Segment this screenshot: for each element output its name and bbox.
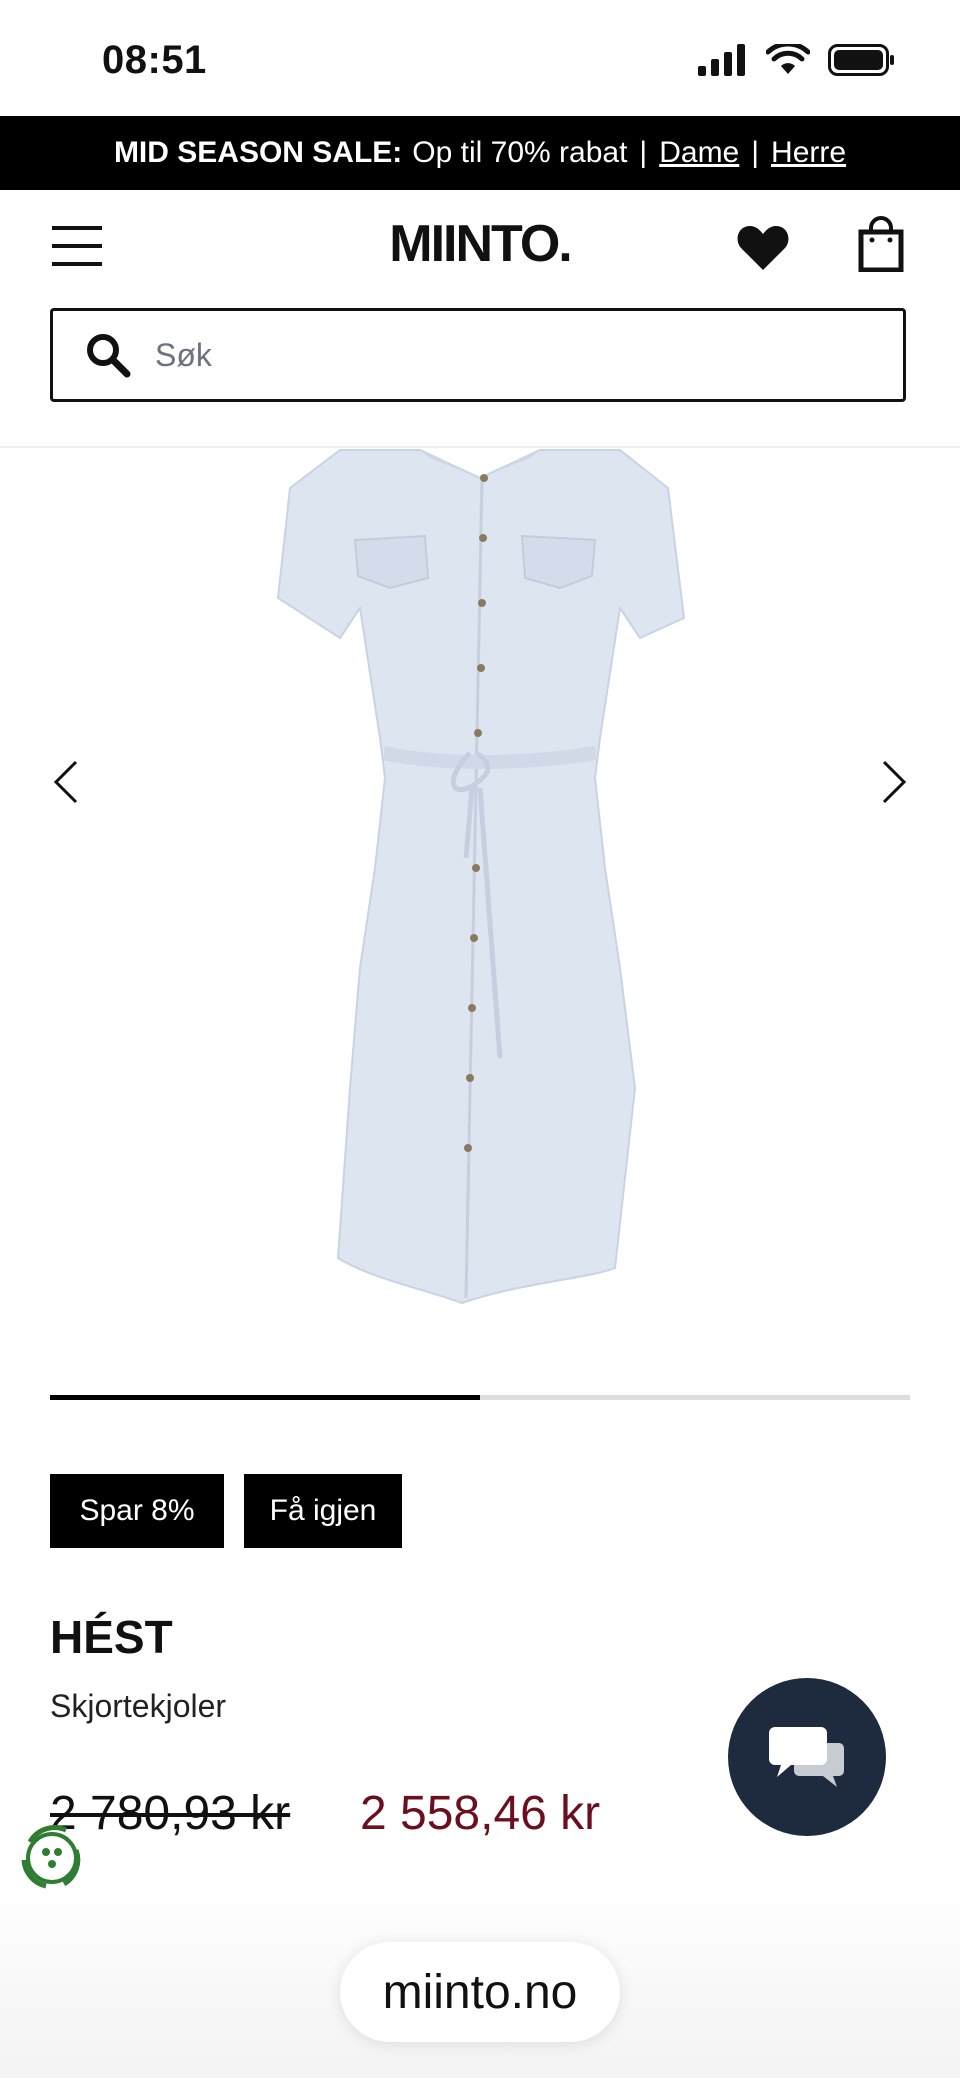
promo-separator: | xyxy=(639,136,648,169)
search-bar[interactable] xyxy=(50,308,906,402)
previous-image-arrow-icon[interactable] xyxy=(52,760,82,804)
promo-separator: | xyxy=(751,136,760,169)
product-brand[interactable]: HÉST xyxy=(50,1610,173,1664)
battery-icon xyxy=(828,44,894,76)
shopping-bag-icon[interactable] xyxy=(858,216,904,272)
product-image-gallery[interactable] xyxy=(0,448,960,1348)
promo-link-men[interactable]: Herre xyxy=(771,136,846,170)
next-image-arrow-icon[interactable] xyxy=(878,760,908,804)
status-icons xyxy=(698,44,896,76)
search-input[interactable] xyxy=(153,335,797,375)
cellular-signal-icon xyxy=(698,44,745,76)
wifi-icon xyxy=(766,44,810,74)
browser-url-pill[interactable]: miinto.no xyxy=(340,1942,620,2042)
promo-text: Op til 70% rabat xyxy=(412,136,628,169)
gallery-progress-track xyxy=(50,1395,910,1400)
save-percent-badge: Spar 8% xyxy=(50,1474,224,1548)
site-header: MIINTO. xyxy=(0,190,960,304)
gallery-progress-fill xyxy=(50,1395,480,1400)
sale-price: 2 558,46 kr xyxy=(360,1787,601,1840)
status-time: 08:51 xyxy=(102,38,207,82)
promo-bold-text: MID SEASON SALE: xyxy=(113,136,403,169)
wishlist-heart-icon[interactable] xyxy=(736,224,790,272)
chat-button[interactable] xyxy=(728,1678,886,1836)
status-bar: 08:51 xyxy=(0,0,960,116)
product-image xyxy=(276,449,686,1305)
promo-link-women[interactable]: Dame xyxy=(659,136,739,170)
search-icon xyxy=(87,334,131,378)
chat-bubbles-icon xyxy=(769,1727,844,1787)
site-logo[interactable]: MIINTO. xyxy=(0,214,960,274)
back-in-stock-badge: Få igjen xyxy=(244,1474,402,1548)
product-category: Skjortekjoler xyxy=(50,1688,227,1724)
promo-banner: MID SEASON SALE: Op til 70% rabat | Dame… xyxy=(0,116,960,190)
